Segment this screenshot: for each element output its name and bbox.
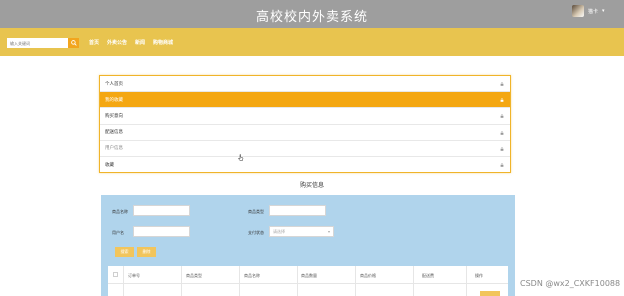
lock-icon [500, 82, 504, 86]
product-name-label: 商品名称 [112, 209, 128, 214]
menu-item-label: 我的收藏 [105, 97, 123, 103]
menu-item-collection[interactable]: 收藏 [100, 157, 510, 173]
lock-icon [500, 130, 504, 135]
menu-item-user-info[interactable]: 用户信息 [100, 141, 510, 157]
column-divider [181, 266, 182, 296]
nav-link-home[interactable]: 首页 [89, 39, 99, 46]
search-submit-button[interactable]: 搜索 [115, 247, 134, 257]
column-divider [466, 266, 467, 296]
menu-item-label: 收藏 [105, 163, 114, 169]
purchase-table: 订单号 商品类型 商品名称 商品数量 商品价格 配送费 操作 [108, 266, 508, 296]
table-header-row: 订单号 商品类型 商品名称 商品数量 商品价格 配送费 操作 [108, 266, 508, 284]
user-center-menu: 个人首页 我的收藏 购买意向 配送信息 用户信息 收藏 [99, 75, 511, 173]
menu-item-label: 个人首页 [105, 81, 123, 87]
lock-icon [500, 98, 504, 102]
nav-link-news[interactable]: 新闻 [135, 39, 145, 46]
section-title: 购买信息 [299, 182, 324, 189]
column-divider [413, 266, 414, 296]
product-type-label: 商品类型 [248, 209, 264, 214]
menu-item-favorites-active[interactable]: 我的收藏 [100, 92, 510, 109]
column-header: 订单号 [128, 273, 140, 278]
column-divider [355, 266, 356, 296]
column-divider [297, 266, 298, 296]
column-header: 商品类型 [186, 273, 202, 278]
product-name-input[interactable] [133, 205, 190, 216]
mouse-cursor-icon [238, 154, 244, 161]
menu-item-delivery[interactable]: 配送信息 [100, 125, 510, 141]
chevron-down-icon: ▾ [327, 229, 330, 234]
page: 高校校内外卖系统 猫卡 ▾ 首页 外卖公告 新闻 购物商城 个人首页 我的收藏 … [0, 0, 624, 296]
column-divider [123, 266, 124, 296]
site-title: 高校校内外卖系统 [255, 10, 368, 25]
column-divider [239, 266, 240, 296]
header-bar: 高校校内外卖系统 猫卡 ▾ [0, 0, 624, 28]
username-label: 用户名 [112, 230, 124, 235]
lock-icon [500, 146, 504, 151]
pay-status-label: 支付状态 [248, 230, 264, 235]
menu-item-profile[interactable]: 个人首页 [100, 76, 510, 93]
menu-item-label: 配送信息 [105, 130, 123, 136]
username-input[interactable] [133, 226, 190, 237]
search-icon [70, 40, 77, 46]
lock-icon [500, 114, 504, 119]
search-input[interactable] [7, 38, 68, 48]
column-header: 商品价格 [360, 273, 376, 278]
nav-link-announcements[interactable]: 外卖公告 [107, 39, 127, 46]
column-header: 商品名称 [244, 273, 260, 278]
column-header: 配送费 [422, 273, 434, 278]
avatar[interactable] [572, 5, 584, 17]
select-all-checkbox[interactable] [113, 272, 118, 277]
user-name[interactable]: 猫卡 [588, 8, 598, 15]
nav-link-mall[interactable]: 购物商城 [153, 39, 173, 46]
column-header: 商品数量 [301, 273, 317, 278]
pay-status-select[interactable]: 请选择 ▾ [269, 226, 334, 237]
delete-button[interactable]: 删除 [137, 247, 156, 257]
pay-status-placeholder: 请选择 [273, 228, 285, 234]
row-action-button[interactable] [480, 291, 500, 296]
column-header: 操作 [475, 273, 483, 278]
product-type-input[interactable] [269, 205, 326, 216]
search-button[interactable] [68, 38, 79, 48]
menu-item-purchase-intent[interactable]: 购买意向 [100, 108, 510, 125]
chevron-down-icon[interactable]: ▾ [602, 8, 605, 14]
watermark: CSDN @wx2_CXKF10088 [520, 279, 621, 288]
menu-item-label: 用户信息 [105, 146, 123, 152]
lock-icon [500, 163, 504, 167]
user-menu[interactable]: 猫卡 ▾ [572, 5, 605, 17]
menu-item-label: 购买意向 [105, 113, 123, 119]
nav-links: 首页 外卖公告 新闻 购物商城 [89, 39, 173, 46]
